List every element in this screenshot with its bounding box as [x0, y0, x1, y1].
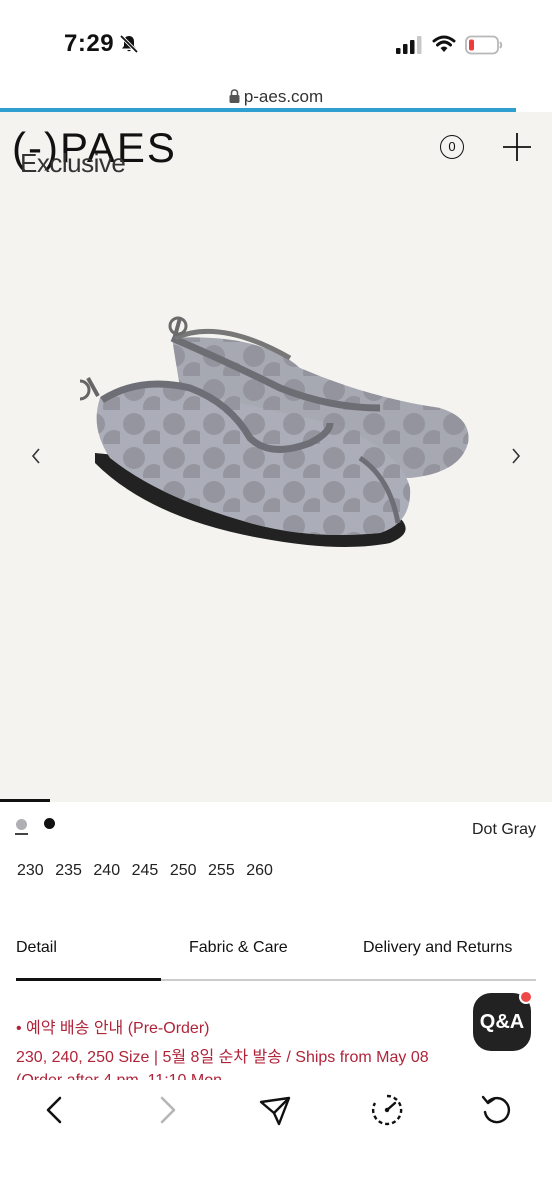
signal-icon — [396, 36, 422, 54]
size-option[interactable]: 245 — [132, 862, 159, 880]
color-name: Dot Gray — [471, 821, 536, 838]
lock-icon — [229, 89, 240, 103]
product-shoe-image — [80, 316, 469, 547]
size-option[interactable]: 250 — [170, 862, 197, 880]
speed-icon[interactable] — [369, 1092, 405, 1128]
url-text: p-aes.com — [243, 87, 324, 106]
bell-slash-icon — [119, 34, 139, 54]
size-options: 230 235 240 245 250 255 260 — [17, 862, 284, 880]
browser-toolbar — [0, 1080, 552, 1200]
reload-icon[interactable] — [479, 1092, 515, 1128]
wifi-icon — [432, 35, 456, 52]
chevron-right-icon[interactable] — [508, 446, 524, 466]
notification-dot — [519, 990, 533, 1004]
size-option[interactable]: 255 — [208, 862, 235, 880]
preorder-notice-partial: (Order after 4 pm, 11:10 Mon... — [16, 1072, 246, 1080]
size-option[interactable]: 260 — [246, 862, 273, 880]
slide-progress-indicator — [0, 799, 50, 802]
preorder-notice-sizes: 230, 240, 250 Size | 5월 8일 순차 발송 / Ships… — [16, 1049, 429, 1066]
url-display[interactable]: p-aes.com — [0, 87, 552, 107]
product-hero: (-)PAES Exclusive 0 — [0, 112, 552, 802]
plus-icon[interactable] — [502, 132, 532, 162]
size-option[interactable]: 230 — [17, 862, 44, 880]
tab-fabric-care[interactable]: Fabric & Care — [189, 939, 288, 957]
share-icon[interactable] — [257, 1092, 293, 1128]
battery-icon — [465, 35, 503, 55]
swatch-gray[interactable] — [16, 819, 27, 830]
tab-active-indicator — [16, 978, 161, 981]
chevron-left-icon[interactable] — [28, 446, 44, 466]
tab-delivery-returns[interactable]: Delivery and Returns — [363, 939, 512, 957]
tab-detail[interactable]: Detail — [16, 939, 57, 957]
swatch-selected-underline — [15, 833, 28, 835]
cart-button[interactable]: 0 — [440, 135, 464, 159]
status-bar: 7:29 — [0, 0, 552, 84]
exclusive-label: Exclusive — [20, 148, 126, 178]
back-icon[interactable] — [38, 1092, 74, 1128]
size-option[interactable]: 235 — [55, 862, 82, 880]
forward-icon[interactable] — [148, 1092, 184, 1128]
size-option[interactable]: 240 — [93, 862, 120, 880]
preorder-notice-title: • 예약 배송 안내 (Pre-Order) — [16, 1020, 210, 1037]
swatch-black[interactable] — [44, 818, 55, 829]
status-time: 7:29 — [64, 30, 115, 57]
